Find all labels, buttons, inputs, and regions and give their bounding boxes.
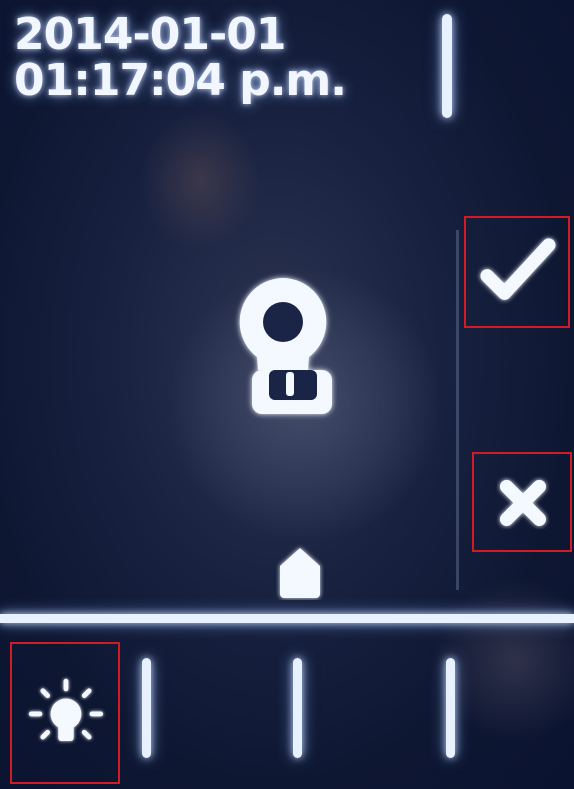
bottom-divider (293, 658, 302, 758)
close-icon (499, 479, 546, 526)
horizontal-divider (0, 614, 574, 623)
up-arrow-icon[interactable] (276, 544, 324, 600)
checkmark-icon (480, 238, 556, 300)
confirm-button[interactable] (464, 216, 570, 328)
time-label: 01:17:04 p.m. (14, 55, 347, 106)
panel-edge (456, 230, 459, 590)
background-blur (140, 110, 260, 250)
bottom-divider (142, 658, 151, 758)
datetime-display: 2014-01-01 01:17:04 p.m. (14, 9, 347, 106)
bottom-divider (446, 658, 455, 758)
device-screen: 2014-01-01 01:17:04 p.m. (0, 0, 574, 789)
keyhole-icon (228, 272, 338, 432)
top-divider (442, 14, 452, 118)
light-button[interactable] (10, 642, 120, 784)
date-label: 2014-01-01 (14, 9, 286, 60)
lightbulb-icon (28, 678, 104, 741)
cancel-button[interactable] (472, 452, 572, 552)
